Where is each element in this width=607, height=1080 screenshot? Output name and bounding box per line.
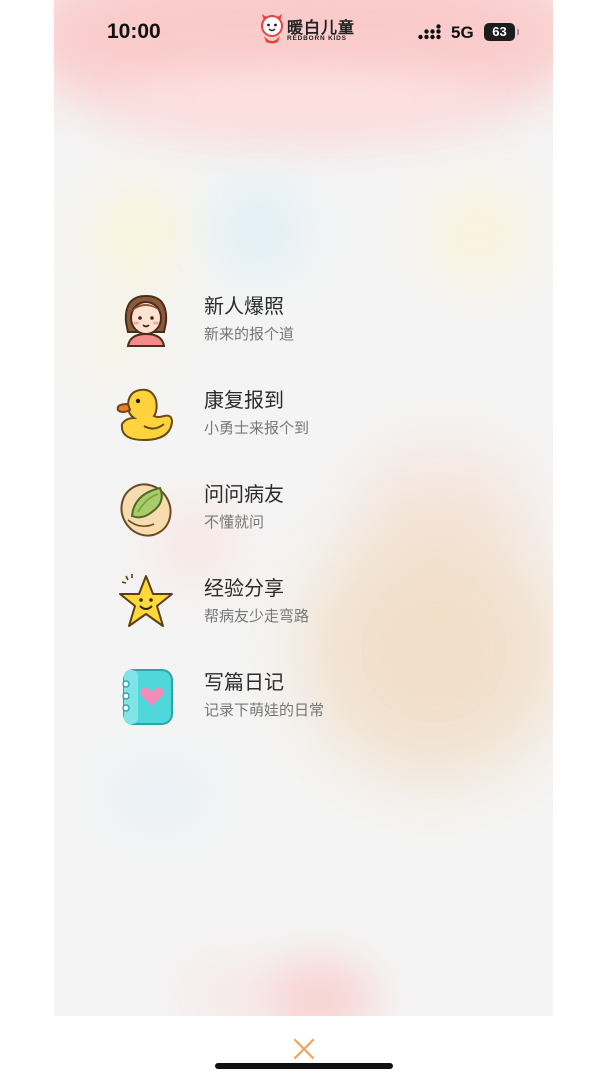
- menu-item-recovery-report[interactable]: 康复报到 小勇士来报个到: [114, 382, 514, 454]
- backdrop-blur: [184, 960, 264, 1016]
- app-screen: 10:00 暖白儿童 REDBORN KIDS 5G 63 新人爆照 新来的报个…: [54, 0, 553, 1016]
- signal-bars-icon: [418, 24, 441, 40]
- menu-item-write-diary[interactable]: 写篇日记 记录下萌娃的日常: [114, 664, 514, 736]
- menu-item-title: 写篇日记: [204, 670, 284, 694]
- pistachio-icon: [120, 483, 172, 537]
- backdrop-blur: [304, 520, 553, 780]
- brand-subtitle: REDBORN KIDS: [287, 35, 347, 42]
- battery-cap: [517, 29, 519, 35]
- menu-item-subtitle: 记录下萌娃的日常: [204, 701, 325, 719]
- brand-mascot-icon: [261, 14, 283, 44]
- heart-notebook-icon: [122, 669, 173, 725]
- star-icon: [119, 574, 173, 627]
- backdrop-blur: [214, 185, 304, 275]
- menu-item-title: 经验分享: [204, 576, 284, 600]
- status-time: 10:00: [107, 20, 161, 43]
- brand-logo: 暖白儿童 REDBORN KIDS: [259, 12, 354, 48]
- menu-item-new-member[interactable]: 新人爆照 新来的报个道: [114, 288, 514, 360]
- menu-item-subtitle: 帮病友少走弯路: [204, 607, 310, 625]
- menu-item-title: 问问病友: [204, 482, 284, 506]
- backdrop-blur: [94, 190, 184, 280]
- close-icon[interactable]: [290, 1035, 318, 1063]
- backdrop-blur: [434, 190, 524, 280]
- menu-item-ask-patients[interactable]: 问问病友 不懂就问: [114, 476, 514, 548]
- menu-item-subtitle: 新来的报个道: [204, 325, 295, 343]
- backdrop-blur: [104, 760, 214, 830]
- network-type: 5G: [451, 23, 474, 42]
- girl-avatar-icon: [124, 294, 168, 347]
- backdrop-blur: [264, 960, 374, 1016]
- menu-item-share-experience[interactable]: 经验分享 帮病友少走弯路: [114, 570, 514, 642]
- duck-icon: [116, 388, 174, 442]
- backdrop-blur: [114, 70, 494, 130]
- status-bar: 10:00 暖白儿童 REDBORN KIDS 5G 63: [54, 0, 553, 66]
- menu-item-title: 康复报到: [204, 388, 284, 412]
- menu-item-subtitle: 不懂就问: [204, 513, 265, 531]
- menu-item-subtitle: 小勇士来报个到: [204, 419, 310, 437]
- home-indicator: [215, 1063, 393, 1069]
- battery-icon: 63: [484, 23, 515, 41]
- menu-item-title: 新人爆照: [204, 294, 284, 318]
